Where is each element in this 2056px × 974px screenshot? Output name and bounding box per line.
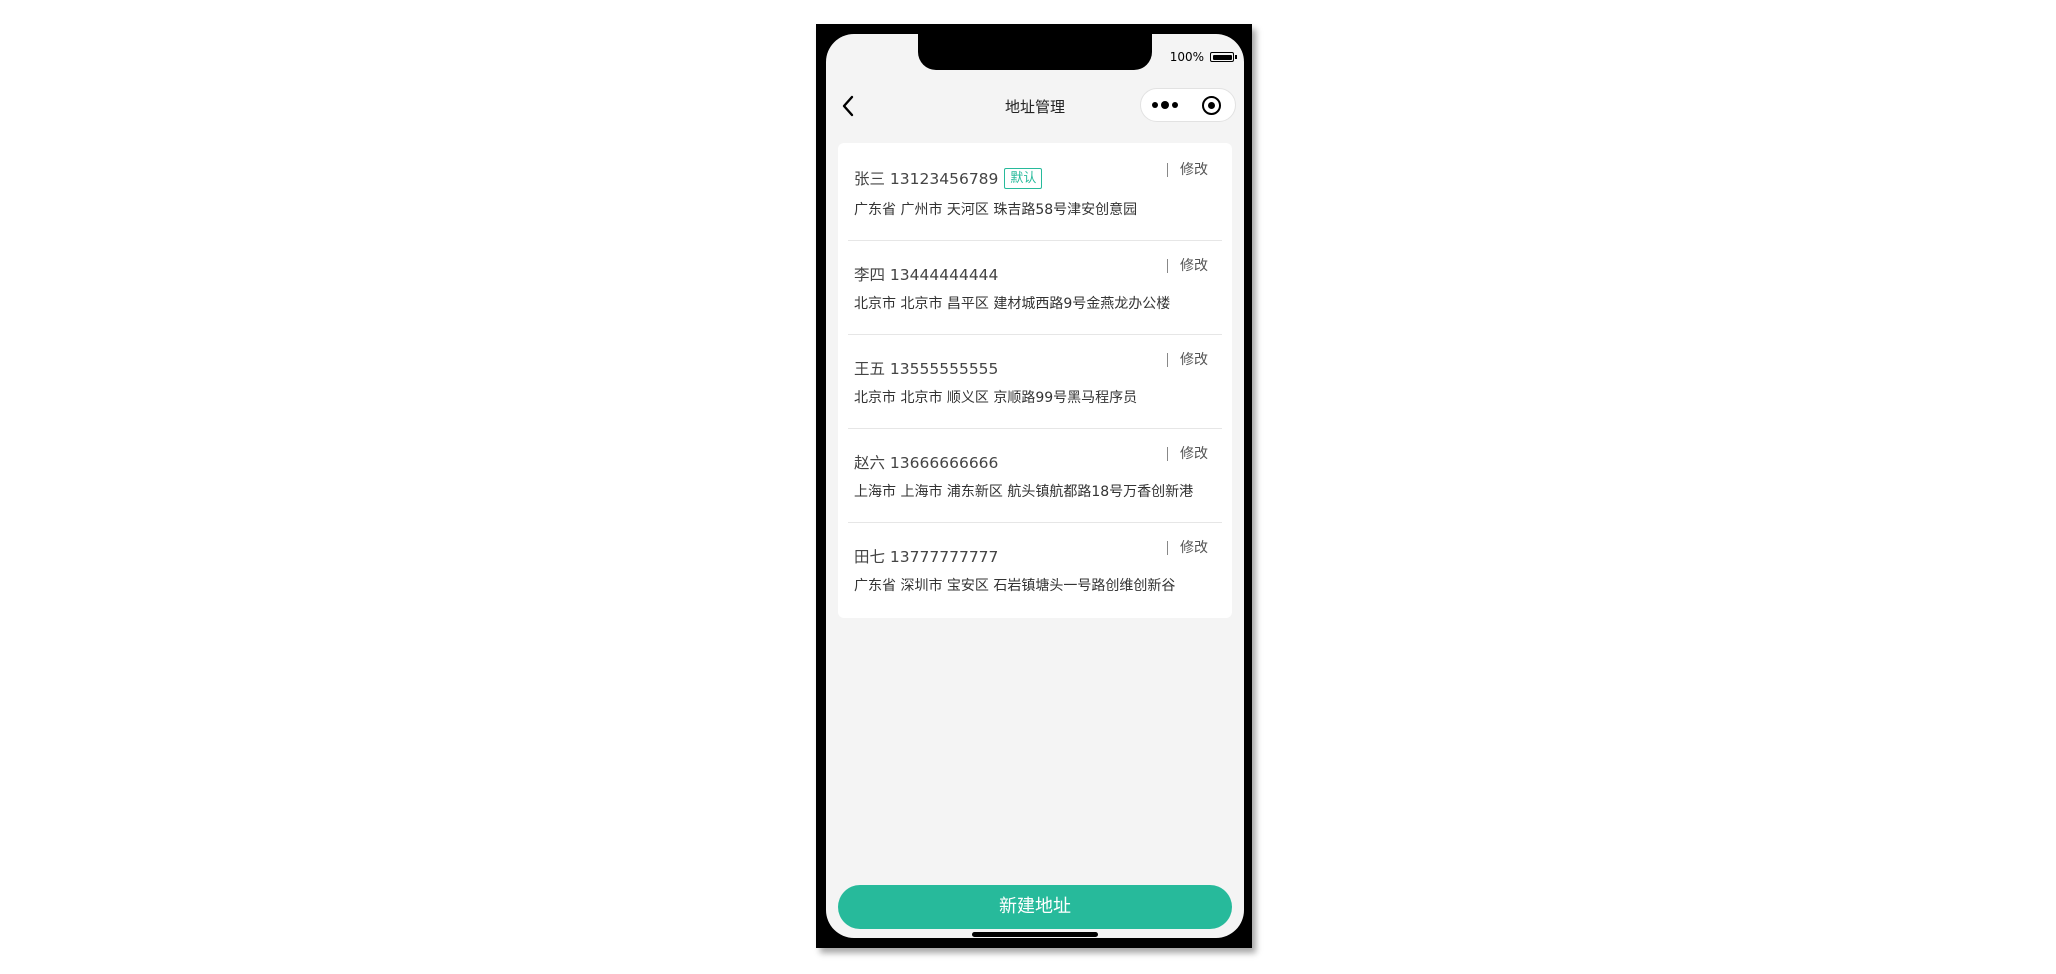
notch: [918, 34, 1152, 70]
contact-name-phone: 王五 13555555555: [854, 360, 999, 378]
address-item[interactable]: 赵六 13666666666 上海市 上海市 浦东新区 航头镇航都路18号万香创…: [848, 429, 1222, 523]
contact-line: 李四 13444444444: [854, 263, 998, 285]
edit-address-button[interactable]: 修改: [1167, 163, 1208, 177]
contact-name-phone: 田七 13777777777: [854, 548, 999, 566]
address-text: 广东省 深圳市 宝安区 石岩镇塘头一号路创维创新谷: [854, 578, 1176, 594]
status-bar: 100%: [1169, 50, 1237, 64]
edit-address-button[interactable]: 修改: [1167, 541, 1208, 555]
edit-address-button[interactable]: 修改: [1167, 353, 1208, 367]
address-text: 北京市 北京市 顺义区 京顺路99号黑马程序员: [854, 390, 1138, 406]
default-badge: 默认: [1004, 167, 1043, 189]
more-dot-icon: [1160, 101, 1169, 109]
contact-line: 赵六 13666666666: [854, 451, 998, 473]
close-miniprogram-button[interactable]: [1188, 89, 1235, 121]
add-address-button[interactable]: 新建地址: [838, 885, 1232, 929]
address-text: 北京市 北京市 昌平区 建材城西路9号金燕龙办公楼: [854, 296, 1171, 312]
contact-name-phone: 赵六 13666666666: [854, 454, 999, 472]
home-indicator: [972, 932, 1098, 937]
target-icon: [1202, 95, 1221, 115]
phone-screen: 100% 地址管理 张三 13123456789 默认 广东省 广州市 天河区 …: [826, 34, 1244, 938]
more-button[interactable]: [1141, 89, 1188, 121]
phone-frame: 100% 地址管理 张三 13123456789 默认 广东省 广州市 天河区 …: [816, 24, 1252, 948]
more-dot-icon: [1171, 102, 1178, 108]
address-item[interactable]: 王五 13555555555 北京市 北京市 顺义区 京顺路99号黑马程序员 修…: [848, 335, 1222, 429]
edit-address-button[interactable]: 修改: [1167, 259, 1208, 273]
edit-address-button[interactable]: 修改: [1167, 447, 1208, 461]
address-item[interactable]: 李四 13444444444 北京市 北京市 昌平区 建材城西路9号金燕龙办公楼…: [848, 241, 1222, 335]
menu-capsule: [1140, 88, 1236, 122]
more-dot-icon: [1151, 102, 1158, 108]
address-text: 上海市 上海市 浦东新区 航头镇航都路18号万香创新港: [854, 484, 1194, 500]
address-item[interactable]: 田七 13777777777 广东省 深圳市 宝安区 石岩镇塘头一号路创维创新谷…: [848, 523, 1222, 617]
nav-bar: 地址管理: [826, 88, 1244, 126]
contact-line: 王五 13555555555: [854, 357, 998, 379]
battery-icon: [1210, 52, 1237, 62]
contact-name-phone: 李四 13444444444: [854, 266, 999, 284]
battery-percent: 100%: [1169, 50, 1204, 64]
contact-line: 田七 13777777777: [854, 545, 998, 567]
address-text: 广东省 广州市 天河区 珠吉路58号津安创意园: [854, 202, 1138, 218]
contact-name-phone: 张三 13123456789: [854, 170, 999, 188]
address-item[interactable]: 张三 13123456789 默认 广东省 广州市 天河区 珠吉路58号津安创意…: [848, 143, 1222, 241]
contact-line: 张三 13123456789 默认: [854, 167, 1043, 189]
address-list: 张三 13123456789 默认 广东省 广州市 天河区 珠吉路58号津安创意…: [838, 143, 1232, 618]
